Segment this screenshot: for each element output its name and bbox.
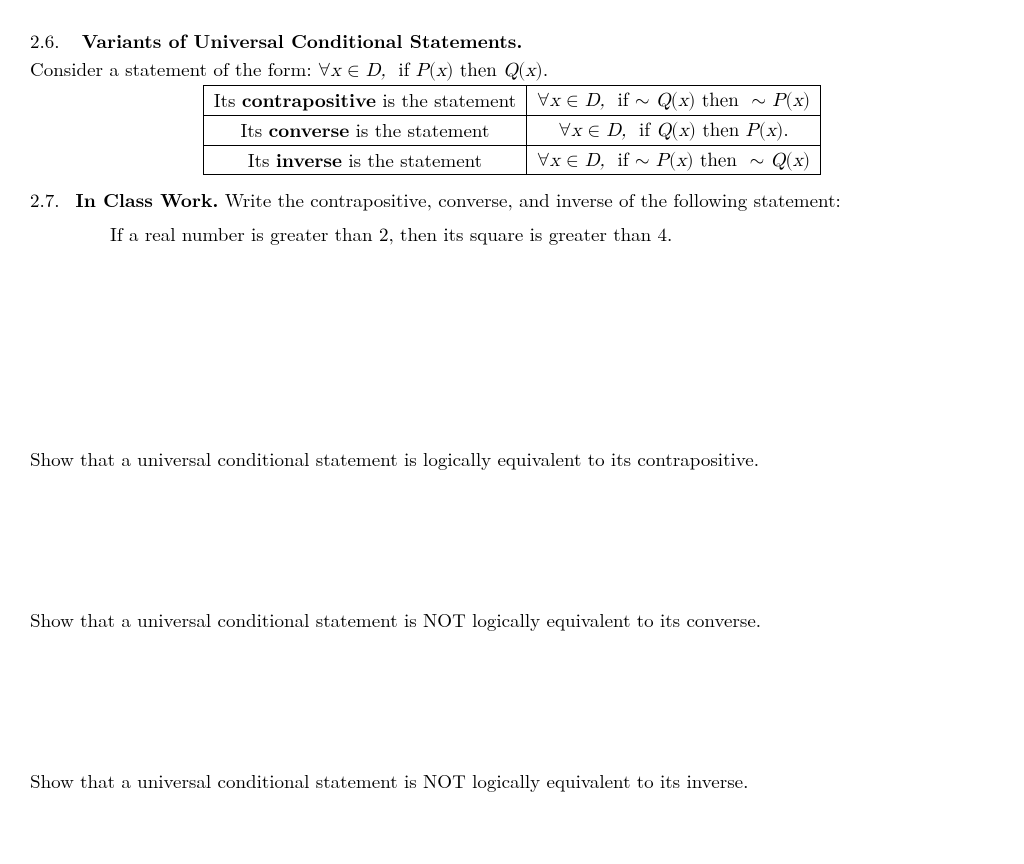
task-1: Show that a universal conditional statem… (30, 446, 994, 472)
intro-text: Consider a statement of the form: (30, 55, 318, 82)
intro-math: ∀x ∈ D, if P(x) then Q(x). (318, 61, 548, 80)
task-2: Show that a universal conditional statem… (30, 607, 994, 633)
workspace-gap (30, 472, 994, 607)
inverse-form: ∀x ∈ D, if ∼ P(x) then ∼ Q(x) (527, 145, 821, 175)
section-title: In Class Work. (75, 185, 218, 213)
section-2-6-intro: Consider a statement of the form: ∀x ∈ D… (30, 56, 994, 84)
section-number: 2.6. (30, 27, 60, 54)
converse-form: ∀x ∈ D, if Q(x) then P(x). (527, 115, 821, 145)
table-row: Its contrapositive is the statement ∀x ∈… (203, 86, 820, 116)
workspace-gap (30, 246, 994, 446)
variants-table: Its contrapositive is the statement ∀x ∈… (203, 85, 821, 175)
section-2-6-heading: 2.6. Variants of Universal Conditional S… (30, 28, 994, 54)
converse-label: Its converse is the statement (203, 115, 526, 145)
contrapositive-form: ∀x ∈ D, if ∼ Q(x) then ∼ P(x) (527, 86, 821, 116)
workspace-gap (30, 633, 994, 768)
section-title: Variants of Universal Conditional Statem… (82, 26, 523, 54)
table-row: Its converse is the statement ∀x ∈ D, if… (203, 115, 820, 145)
inverse-label: Its inverse is the statement (203, 145, 526, 175)
section-2-7-heading: 2.7. In Class Work. Write the contraposi… (30, 187, 994, 213)
exercise-statement: If a real number is greater than 2, then… (110, 221, 994, 247)
exercise-lead: Write the contrapositive, converse, and … (218, 186, 840, 213)
section-number: 2.7. (30, 186, 60, 213)
contrapositive-label: Its contrapositive is the statement (203, 86, 526, 116)
table-row: Its inverse is the statement ∀x ∈ D, if … (203, 145, 820, 175)
task-3: Show that a universal conditional statem… (30, 768, 994, 794)
